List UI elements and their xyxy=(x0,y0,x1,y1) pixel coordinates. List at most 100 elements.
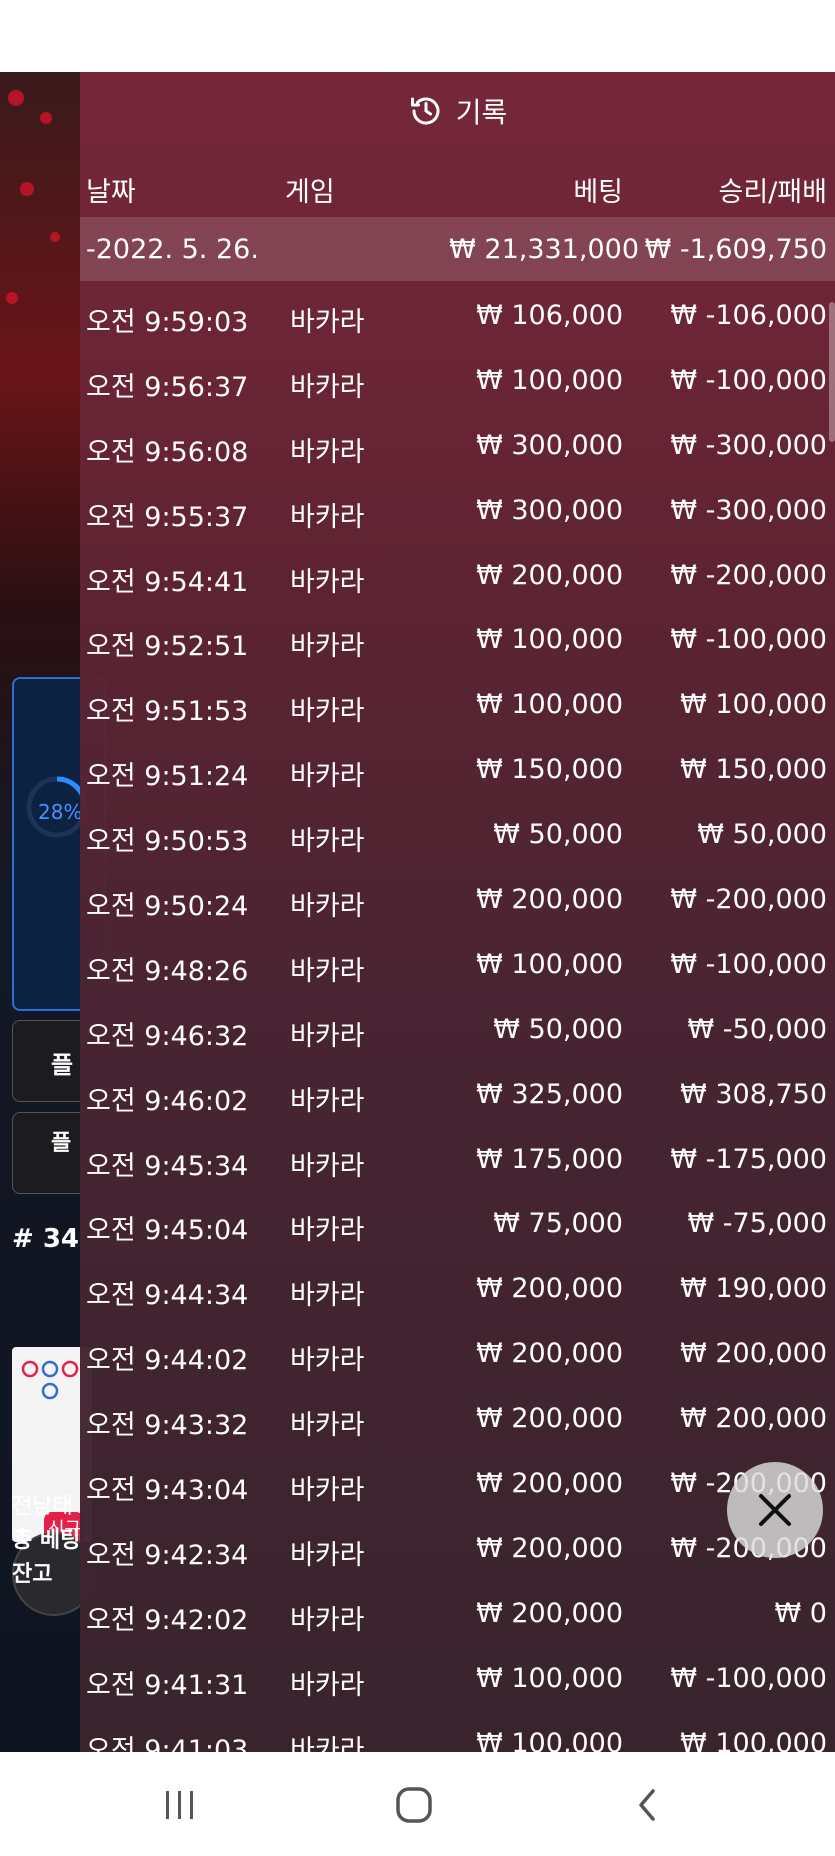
row-result: ₩ 100,000 xyxy=(680,689,827,721)
row-result: ₩ -175,000 xyxy=(670,1143,827,1175)
date-group-total-bet: ₩ 21,331,000 xyxy=(449,234,639,265)
history-row[interactable]: 오전 9:43:32 바카라 ₩ 200,000 ₩ 200,000 xyxy=(80,1389,835,1454)
row-result: ₩ 200,000 xyxy=(680,1403,827,1435)
row-time: 오전 9:51:53 xyxy=(86,696,249,728)
history-row[interactable]: 오전 9:44:02 바카라 ₩ 200,000 ₩ 200,000 xyxy=(80,1324,835,1389)
row-game: 바카라 xyxy=(290,501,365,533)
history-row[interactable]: 오전 9:46:32 바카라 ₩ 50,000 ₩ -50,000 xyxy=(80,1000,835,1065)
row-result: ₩ 308,750 xyxy=(680,1078,827,1110)
history-row[interactable]: 오전 9:45:34 바카라 ₩ 175,000 ₩ -175,000 xyxy=(80,1130,835,1195)
history-row[interactable]: 오전 9:41:03 바카라 ₩ 100,000 ₩ 100,000 xyxy=(80,1714,835,1752)
row-result: ₩ 190,000 xyxy=(680,1273,827,1305)
row-result: ₩ -75,000 xyxy=(687,1208,828,1240)
row-bet: ₩ 150,000 xyxy=(476,754,623,786)
row-bet: ₩ 100,000 xyxy=(476,948,623,980)
row-game: 바카라 xyxy=(290,1475,365,1507)
row-game: 바카라 xyxy=(290,1280,365,1312)
row-bet: ₩ 100,000 xyxy=(476,689,623,721)
home-icon xyxy=(396,1787,432,1823)
history-row[interactable]: 오전 9:56:08 바카라 ₩ 300,000 ₩ -300,000 xyxy=(80,416,835,481)
history-row[interactable]: 오전 9:59:03 바카라 ₩ 106,000 ₩ -106,000 xyxy=(80,286,835,351)
row-time: 오전 9:48:26 xyxy=(86,955,249,987)
table-name: 전남태 xyxy=(12,1494,73,1519)
row-result: ₩ 0 xyxy=(774,1597,827,1629)
history-row[interactable]: 오전 9:50:24 바카라 ₩ 200,000 ₩ -200,000 xyxy=(80,870,835,935)
row-result: ₩ -100,000 xyxy=(670,948,827,980)
row-game: 바카라 xyxy=(290,1734,365,1752)
row-game: 바카라 xyxy=(290,566,365,598)
column-bet: 베팅 xyxy=(573,177,623,208)
back-button[interactable] xyxy=(618,1780,678,1830)
progress-label: 28% xyxy=(38,800,83,824)
total-bet-label: 총 베팅 xyxy=(12,1528,81,1553)
row-bet: ₩ 50,000 xyxy=(493,1013,623,1045)
column-date: 날짜 xyxy=(86,177,136,208)
history-row[interactable]: 오전 9:56:37 바카라 ₩ 100,000 ₩ -100,000 xyxy=(80,351,835,416)
row-time: 오전 9:41:31 xyxy=(86,1669,249,1701)
history-row[interactable]: 오전 9:54:41 바카라 ₩ 200,000 ₩ -200,000 xyxy=(80,546,835,611)
history-panel: 기록 날짜 게임 베팅 승리/패배 -2022. 5. 26. ₩ 21,331… xyxy=(80,72,835,1752)
row-game: 바카라 xyxy=(290,955,365,987)
history-row[interactable]: 오전 9:55:37 바카라 ₩ 300,000 ₩ -300,000 xyxy=(80,481,835,546)
history-row[interactable]: 오전 9:42:34바카라₩ 200,000₩ -200,000 xyxy=(80,1519,835,1584)
row-result: ₩ -106,000 xyxy=(670,300,827,331)
recent-apps-button[interactable] xyxy=(150,1780,210,1830)
history-row[interactable]: 오전 9:52:51 바카라 ₩ 100,000 ₩ -100,000 xyxy=(80,610,835,675)
history-icon xyxy=(410,97,440,125)
history-row[interactable]: 오전 9:45:04 바카라 ₩ 75,000 ₩ -75,000 xyxy=(80,1194,835,1259)
back-icon xyxy=(639,1789,655,1821)
row-time: 오전 9:45:04 xyxy=(86,1215,249,1247)
row-game: 바카라 xyxy=(290,1020,365,1052)
row-game: 바카라 xyxy=(290,307,365,338)
row-bet: ₩ 200,000 xyxy=(476,884,623,916)
history-list[interactable]: 오전 9:59:03 바카라 ₩ 106,000 ₩ -106,000 오전 9:56:… xyxy=(80,286,835,1752)
row-bet: ₩ 50,000 xyxy=(493,819,623,851)
home-button[interactable] xyxy=(384,1780,444,1830)
row-game: 바카라 xyxy=(290,761,365,793)
row-game: 바카라 xyxy=(290,891,365,923)
date-group-row[interactable]: -2022. 5. 26. ₩ 21,331,000 ₩ -1,609,750 xyxy=(80,217,835,281)
blossom-decoration xyxy=(20,182,34,196)
row-time: 오전 9:44:34 xyxy=(86,1280,249,1312)
row-time: 오전 9:43:04 xyxy=(86,1475,249,1507)
row-result: ₩ -200,000 xyxy=(670,559,827,591)
row-game: 바카라 xyxy=(290,826,365,858)
row-time: 오전 9:46:32 xyxy=(86,1020,249,1052)
row-game: 바카라 xyxy=(290,371,365,403)
blossom-decoration xyxy=(8,90,24,106)
history-row[interactable]: 오전 9:43:04바카라₩ 200,000₩ -200,000 xyxy=(80,1454,835,1519)
history-row[interactable]: 오전 9:50:53 바카라 ₩ 50,000 ₩ 50,000 xyxy=(80,805,835,870)
history-title: 기록 xyxy=(455,96,508,129)
row-game: 바카라 xyxy=(290,1085,365,1117)
row-game: 바카라 xyxy=(290,1345,365,1377)
row-bet: ₩ 300,000 xyxy=(476,494,623,526)
row-bet: ₩ 200,000 xyxy=(476,1273,623,1305)
row-game: 바카라 xyxy=(290,696,365,728)
status-bar xyxy=(0,0,835,72)
row-result: ₩ 150,000 xyxy=(680,754,827,786)
row-game: 바카라 xyxy=(290,1604,365,1636)
history-row[interactable]: 오전 9:51:53 바카라 ₩ 100,000 ₩ 100,000 xyxy=(80,675,835,740)
close-icon xyxy=(759,1494,791,1526)
history-row[interactable]: 오전 9:48:26 바카라 ₩ 100,000 ₩ -100,000 xyxy=(80,935,835,1000)
scrollbar[interactable] xyxy=(829,302,835,442)
row-time: 오전 9:55:37 xyxy=(86,501,249,533)
history-row[interactable]: 오전 9:46:02 바카라 ₩ 325,000 ₩ 308,750 xyxy=(80,1065,835,1130)
history-row[interactable]: 오전 9:42:02 바카라 ₩ 200,000 ₩ 0 xyxy=(80,1584,835,1649)
row-bet: ₩ 100,000 xyxy=(476,624,623,656)
row-game: 바카라 xyxy=(290,1150,365,1182)
balance-label: 잔고 xyxy=(12,1562,53,1587)
table-header: 날짜 게임 베팅 승리/패배 xyxy=(80,150,835,220)
row-bet: ₩ 200,000 xyxy=(476,1532,623,1564)
row-time: 오전 9:50:24 xyxy=(86,891,249,923)
history-row[interactable]: 오전 9:41:31 바카라 ₩ 100,000 ₩ -100,000 xyxy=(80,1649,835,1714)
row-result: ₩ -50,000 xyxy=(687,1013,828,1045)
row-result: ₩ 200,000 xyxy=(680,1338,827,1370)
row-result: ₩ -300,000 xyxy=(670,494,827,526)
row-result: ₩ -100,000 xyxy=(670,624,827,656)
blossom-decoration xyxy=(50,232,60,242)
history-row[interactable]: 오전 9:44:34 바카라 ₩ 200,000 ₩ 190,000 xyxy=(80,1259,835,1324)
close-button[interactable] xyxy=(727,1462,823,1558)
history-row[interactable]: 오전 9:51:24 바카라 ₩ 150,000 ₩ 150,000 xyxy=(80,740,835,805)
row-time: 오전 9:43:32 xyxy=(86,1410,249,1442)
